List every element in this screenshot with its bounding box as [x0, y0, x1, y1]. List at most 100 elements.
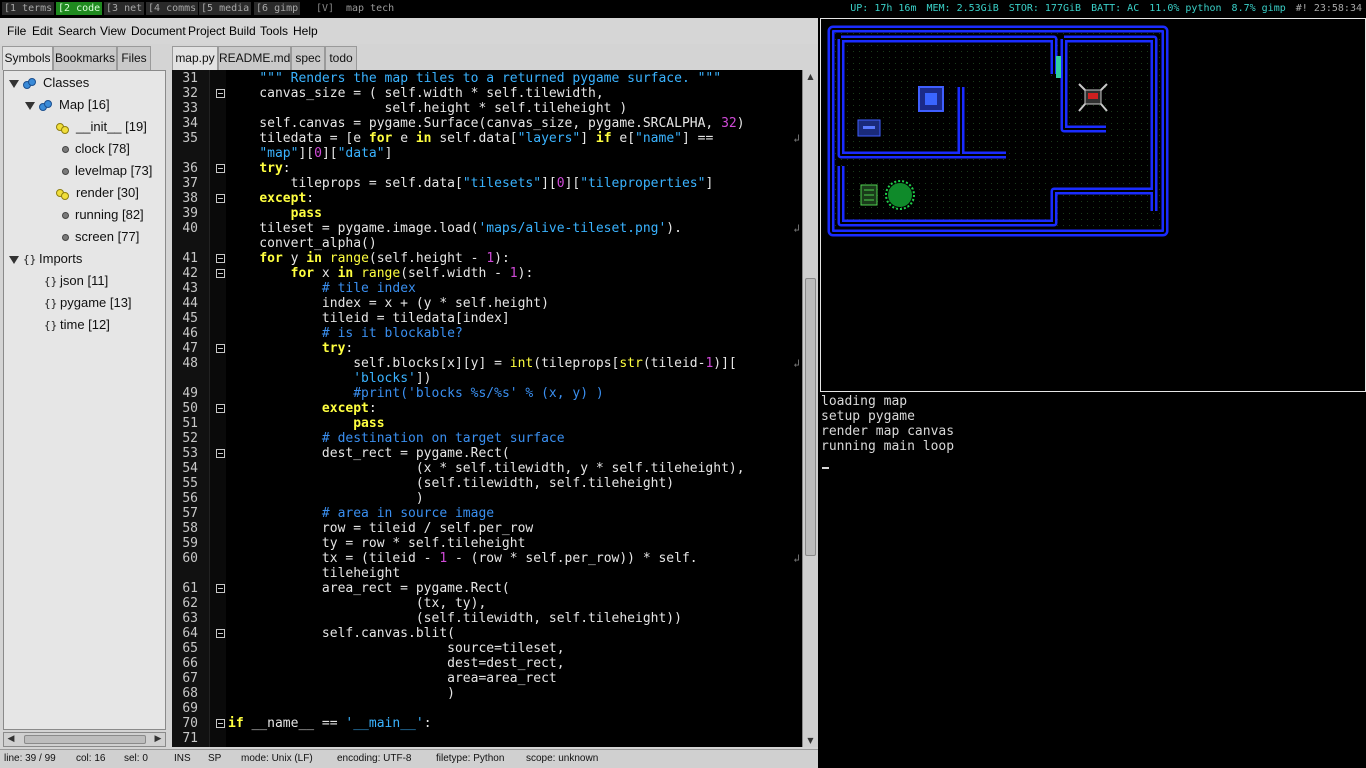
code-line: (tx, ty),	[228, 596, 487, 611]
status-encoding: encoding: UTF-8	[337, 753, 412, 764]
process-python: 11.0% python	[1149, 3, 1222, 14]
menu-build[interactable]: Build	[229, 24, 256, 38]
scroll-up-icon[interactable]: ▲	[805, 71, 816, 82]
line-number: 52	[182, 431, 198, 446]
storage: STOR: 177GiB	[1008, 3, 1082, 14]
code-line: self.height * self.tileheight )	[228, 101, 628, 116]
workspace-2[interactable]: [2 code	[56, 2, 103, 15]
editor-vertical-scrollbar[interactable]: ▲ ▼	[802, 70, 818, 747]
fold-toggle-icon[interactable]	[216, 164, 225, 173]
tree-imports[interactable]: {} Imports	[9, 249, 82, 269]
tree-var-screen[interactable]: screen [77]	[62, 227, 139, 247]
workspace-6[interactable]: [6 gimp	[254, 2, 301, 15]
line-number: 48	[182, 356, 198, 371]
menu-project[interactable]: Project	[188, 24, 225, 38]
line-number: 41	[182, 251, 198, 266]
tree-var-levelmap[interactable]: levelmap [73]	[62, 161, 152, 181]
expand-arrow-icon[interactable]	[9, 255, 19, 264]
fold-toggle-icon[interactable]	[216, 194, 225, 203]
code-editor[interactable]: 31 32 33 34 35 36 37 38 39 40 41 42 43 44 45 46 47 48 49 50…	[172, 70, 802, 747]
line-number: 44	[182, 296, 198, 311]
scroll-down-icon[interactable]: ▼	[805, 735, 816, 746]
layout-mode[interactable]: [V]	[316, 2, 334, 15]
tab-readme[interactable]: README.md	[218, 46, 291, 70]
fold-toggle-icon[interactable]	[216, 584, 225, 593]
workspace-4[interactable]: [4 comms	[146, 2, 199, 15]
line-number: 45	[182, 311, 198, 326]
pygame-window[interactable]	[820, 18, 1366, 392]
top-status-bar: [1 terms [2 code [3 net [4 comms [5 medi…	[0, 0, 1366, 17]
tab-symbols[interactable]: Symbols	[2, 46, 53, 70]
editor-status-bar: line: 39 / 99 col: 16 sel: 0 INS SP mode…	[0, 749, 818, 768]
code-line: #print('blocks %s/%s' % (x, y) )	[353, 386, 604, 401]
code-line: for x in range(self.width - 1):	[290, 266, 534, 281]
fold-toggle-icon[interactable]	[216, 89, 225, 98]
line-number: 38	[182, 191, 198, 206]
tree-var-clock[interactable]: clock [78]	[62, 139, 130, 159]
expand-arrow-icon[interactable]	[25, 101, 35, 110]
fold-toggle-icon[interactable]	[216, 254, 225, 263]
variable-icon	[62, 234, 69, 242]
tab-todo[interactable]: todo	[325, 46, 357, 70]
fold-toggle-icon[interactable]	[216, 269, 225, 278]
expand-arrow-icon[interactable]	[9, 79, 19, 88]
fold-toggle-icon[interactable]	[216, 719, 225, 728]
terminal-line: render map canvas	[821, 424, 955, 439]
line-wrap-icon: ↲	[793, 357, 800, 370]
line-number: 31	[182, 71, 198, 86]
scroll-thumb[interactable]	[24, 735, 146, 744]
tree-method-init[interactable]: __init__ [19]	[56, 117, 147, 137]
fold-margin[interactable]	[210, 70, 226, 747]
tab-files[interactable]: Files	[117, 46, 151, 70]
tree-var-running[interactable]: running [82]	[62, 205, 144, 225]
code-line: convert_alpha()	[228, 236, 377, 251]
workspace-3[interactable]: [3 net	[104, 2, 145, 15]
tree-import-time[interactable]: {} time [12]	[44, 315, 110, 335]
status-line: line: 39 / 99	[4, 753, 56, 764]
door-tile	[1056, 56, 1061, 78]
sidebar-tabs: Symbols Bookmarks Files	[0, 46, 170, 70]
fold-toggle-icon[interactable]	[216, 449, 225, 458]
variable-icon	[62, 146, 69, 154]
fold-toggle-icon[interactable]	[216, 344, 225, 353]
menu-document[interactable]: Document	[131, 24, 186, 38]
code-line: 'blocks'])	[353, 371, 432, 386]
terminal[interactable]: loading map setup pygame render map canv…	[820, 393, 1366, 768]
scroll-left-icon[interactable]: ◀	[5, 734, 17, 745]
menu-edit[interactable]: Edit	[32, 24, 53, 38]
menu-tools[interactable]: Tools	[260, 24, 288, 38]
line-number: 46	[182, 326, 198, 341]
document-tabs: map.py README.md spec todo	[172, 46, 818, 70]
sidebar-horizontal-scrollbar[interactable]: ◀ ▶	[3, 732, 166, 747]
tab-bookmarks[interactable]: Bookmarks	[53, 46, 117, 70]
line-number: 58	[182, 521, 198, 536]
tab-map-py[interactable]: map.py	[172, 46, 218, 70]
fold-toggle-icon[interactable]	[216, 629, 225, 638]
tree-method-render[interactable]: render [30]	[56, 183, 139, 203]
code-line: for y in range(self.height - 1):	[259, 251, 510, 266]
scroll-thumb[interactable]	[805, 278, 816, 556]
line-number: 61	[182, 581, 198, 596]
code-line: tx = (tileid - 1 - (row * self.per_row))…	[228, 551, 698, 566]
menu-view[interactable]: View	[100, 24, 126, 38]
workspace-1[interactable]: [1 terms	[2, 2, 55, 15]
tree-class-map[interactable]: Map [16]	[25, 95, 110, 115]
menu-file[interactable]: File	[7, 24, 26, 38]
code-line: (x * self.tilewidth, y * self.tileheight…	[228, 461, 745, 476]
line-number: 62	[182, 596, 198, 611]
tree-import-json[interactable]: {} json [11]	[44, 271, 108, 291]
line-number: 70	[182, 716, 198, 731]
workspace-5[interactable]: [5 media	[199, 2, 252, 15]
tree-classes[interactable]: Classes	[9, 73, 89, 93]
class-icon	[39, 99, 53, 112]
line-number: 33	[182, 101, 198, 116]
tab-spec[interactable]: spec	[291, 46, 325, 70]
menu-help[interactable]: Help	[293, 24, 318, 38]
code-line: tileid = tiledata[index]	[228, 311, 510, 326]
tree-import-pygame[interactable]: {} pygame [13]	[44, 293, 132, 313]
scroll-right-icon[interactable]: ▶	[152, 734, 164, 745]
import-icon: {}	[44, 296, 58, 310]
fold-toggle-icon[interactable]	[216, 404, 225, 413]
menu-search[interactable]: Search	[58, 24, 96, 38]
code-line: except:	[259, 191, 315, 206]
